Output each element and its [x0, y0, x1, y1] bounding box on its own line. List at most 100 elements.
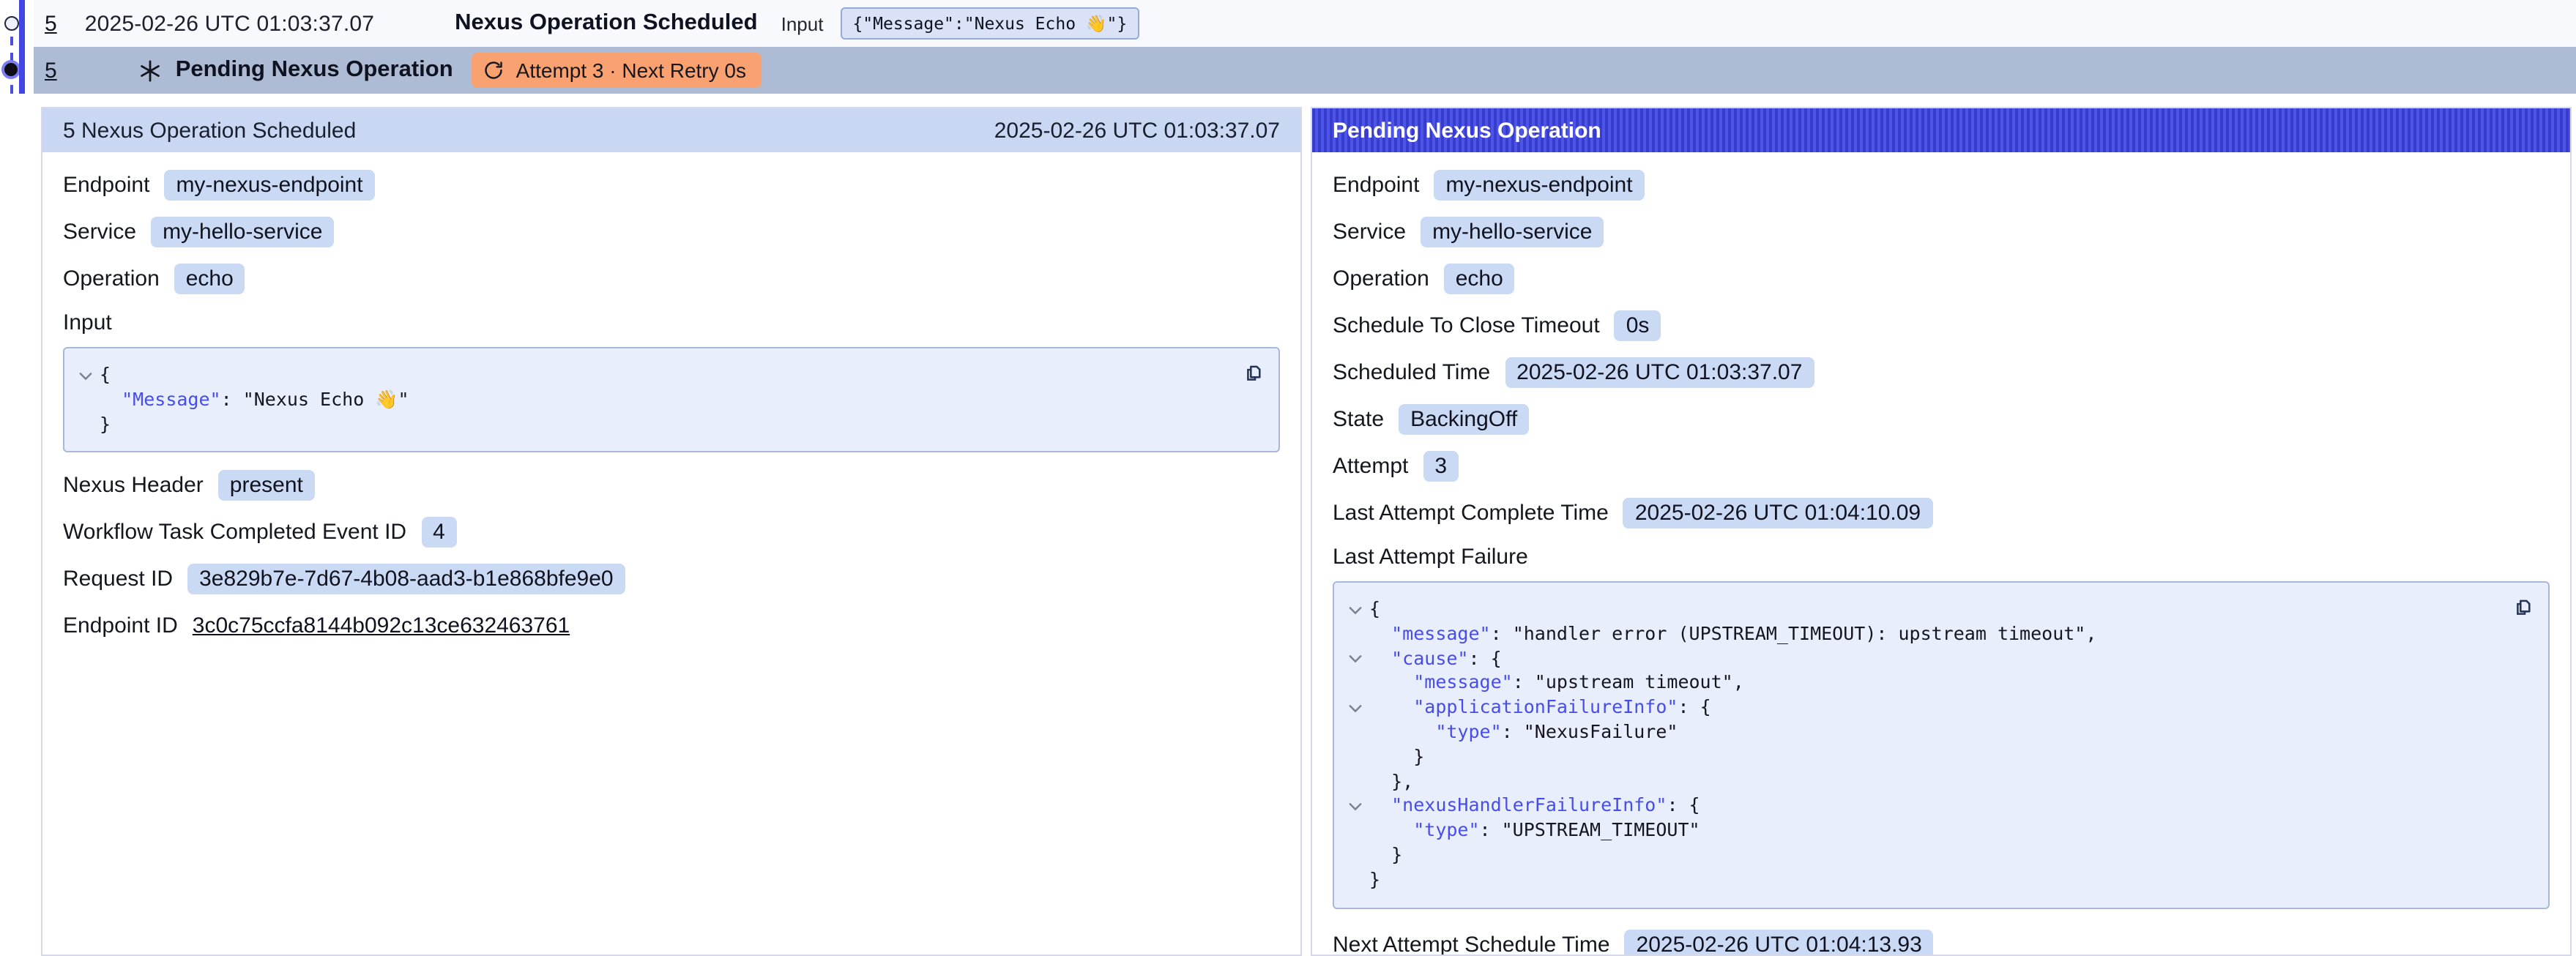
- scheduled-panel-header: 5 Nexus Operation Scheduled 2025-02-26 U…: [42, 108, 1300, 152]
- detail-field: Endpoint ID 3c0c75ccfa8144b092c13ce63246…: [63, 611, 1280, 642]
- code-line-text: "message": "handler error (UPSTREAM_TIME…: [1369, 622, 2096, 647]
- code-line-text: "applicationFailureInfo": {: [1369, 695, 1711, 720]
- active-event-indicator-bar: [19, 0, 24, 94]
- failure-json-code: { "message": "handler error (UPSTREAM_TI…: [1340, 597, 2534, 892]
- field-value: present: [218, 471, 315, 501]
- code-line-text: "Message": "Nexus Echo 👋": [100, 388, 409, 413]
- timeline-current-dot-icon: [4, 63, 18, 76]
- input-json-code: { "Message": "Nexus Echo 👋"}: [70, 363, 1264, 437]
- code-line-text: }: [1369, 745, 1424, 770]
- scheduled-fields: Endpoint my-nexus-endpoint Service my-he…: [63, 170, 1280, 294]
- field-label: Operation: [1333, 266, 1429, 291]
- collapse-chevron-icon[interactable]: [1340, 646, 1369, 671]
- code-gutter: [70, 412, 100, 437]
- event-row-pending[interactable]: 5 Pending Nexus Operation Attempt 3 · Ne…: [33, 47, 2576, 94]
- field-label: Attempt: [1333, 454, 1408, 479]
- pending-event-title: Pending Nexus Operation: [176, 57, 453, 83]
- scheduled-panel-title: 5 Nexus Operation Scheduled: [63, 118, 356, 143]
- code-gutter: [1340, 671, 1369, 696]
- collapse-chevron-icon[interactable]: [1340, 695, 1369, 720]
- field-value: 2025-02-26 UTC 01:04:13.93: [1625, 929, 1934, 956]
- field-label: Service: [1333, 220, 1406, 244]
- retry-icon: [484, 60, 505, 81]
- code-line-text: "cause": {: [1369, 646, 1502, 671]
- field-label: Nexus Header: [63, 474, 204, 498]
- field-value: 2025-02-26 UTC 01:04:10.09: [1623, 498, 1932, 529]
- detail-panels: 5 Nexus Operation Scheduled 2025-02-26 U…: [41, 107, 2572, 956]
- timeline-rail: [0, 0, 32, 97]
- code-line-text: }: [1369, 843, 1402, 868]
- field-label: Endpoint ID: [63, 614, 178, 639]
- failure-json-block: { "message": "handler error (UPSTREAM_TI…: [1333, 581, 2550, 908]
- scheduled-panel-timestamp: 2025-02-26 UTC 01:03:37.07: [994, 118, 1280, 143]
- scheduled-fields-meta: Nexus Header present Workflow Task Compl…: [63, 471, 1280, 642]
- field-value: my-nexus-endpoint: [164, 170, 374, 201]
- detail-field: Operation echo: [63, 264, 1280, 294]
- copy-icon[interactable]: [2512, 596, 2534, 618]
- input-section-label: Input: [63, 310, 1280, 335]
- field-value: my-hello-service: [151, 217, 334, 247]
- detail-field: State BackingOff: [1333, 404, 2550, 435]
- pending-operation-panel: Pending Nexus Operation Endpoint my-nexu…: [1311, 107, 2572, 956]
- code-line-text: "message": "upstream timeout",: [1369, 671, 1744, 696]
- field-value: 2025-02-26 UTC 01:03:37.07: [1505, 357, 1814, 388]
- detail-field: Attempt 3: [1333, 451, 2550, 482]
- scheduled-event-panel: 5 Nexus Operation Scheduled 2025-02-26 U…: [41, 107, 1302, 956]
- code-gutter: [1340, 868, 1369, 893]
- field-label: Endpoint: [1333, 173, 1419, 198]
- code-line-text: {: [100, 363, 111, 388]
- code-gutter: [1340, 843, 1369, 868]
- code-gutter: [1340, 745, 1369, 770]
- field-label: Operation: [63, 266, 160, 291]
- endpoint-id-link[interactable]: 3c0c75ccfa8144b092c13ce632463761: [193, 614, 570, 639]
- field-value: echo: [1444, 264, 1515, 294]
- code-gutter: [70, 388, 100, 413]
- collapse-chevron-icon[interactable]: [1340, 597, 1369, 622]
- timeline-dashed-connector: [10, 20, 12, 94]
- event-history-view: 5 2025-02-26 UTC 01:03:37.07 Nexus Opera…: [0, 0, 2576, 956]
- pending-panel-body: Endpoint my-nexus-endpoint Service my-he…: [1312, 152, 2570, 956]
- field-label: Schedule To Close Timeout: [1333, 313, 1600, 338]
- event-id-link[interactable]: 5: [45, 11, 57, 36]
- field-value: 3e829b7e-7d67-4b08-aad3-b1e868bfe9e0: [187, 564, 625, 595]
- field-value: 0s: [1615, 310, 1661, 341]
- collapse-chevron-icon[interactable]: [70, 363, 100, 388]
- code-line-text: },: [1369, 769, 1413, 794]
- detail-field: Endpoint my-nexus-endpoint: [63, 170, 1280, 201]
- code-line-text: }: [100, 412, 111, 437]
- field-label: Service: [63, 220, 136, 244]
- detail-field: Nexus Header present: [63, 471, 1280, 501]
- code-line-text: {: [1369, 597, 1380, 622]
- detail-field: Request ID 3e829b7e-7d67-4b08-aad3-b1e86…: [63, 564, 1280, 595]
- retry-attempt-badge: Attempt 3 · Next Retry 0s: [472, 53, 761, 88]
- code-gutter: [1340, 769, 1369, 794]
- event-id-link[interactable]: 5: [45, 58, 57, 83]
- retry-badge-text: Attempt 3 · Next Retry 0s: [516, 59, 746, 82]
- scheduled-panel-body: Endpoint my-nexus-endpoint Service my-he…: [42, 152, 1300, 673]
- input-json-block: { "Message": "Nexus Echo 👋"}: [63, 347, 1280, 453]
- field-value: BackingOff: [1399, 404, 1529, 435]
- code-gutter: [1340, 622, 1369, 647]
- failure-section-label: Last Attempt Failure: [1333, 545, 2550, 570]
- field-label: Last Attempt Complete Time: [1333, 501, 1609, 526]
- detail-field: Next Attempt Schedule Time 2025-02-26 UT…: [1333, 929, 2550, 956]
- code-line-text: }: [1369, 868, 1380, 893]
- detail-field: Workflow Task Completed Event ID 4: [63, 518, 1280, 548]
- detail-field: Last Attempt Complete Time 2025-02-26 UT…: [1333, 498, 2550, 529]
- pending-panel-title: Pending Nexus Operation: [1333, 118, 1601, 143]
- field-value: my-hello-service: [1421, 217, 1604, 247]
- event-timestamp: 2025-02-26 UTC 01:03:37.07: [85, 11, 374, 36]
- event-row-scheduled[interactable]: 5 2025-02-26 UTC 01:03:37.07 Nexus Opera…: [33, 0, 2576, 47]
- collapse-chevron-icon[interactable]: [1340, 794, 1369, 819]
- detail-field: Service my-hello-service: [1333, 217, 2550, 247]
- input-value-chip: {"Message":"Nexus Echo 👋"}: [841, 7, 1139, 40]
- code-gutter: [1340, 720, 1369, 745]
- field-label: State: [1333, 407, 1384, 432]
- event-rows: 5 2025-02-26 UTC 01:03:37.07 Nexus Opera…: [33, 0, 2576, 94]
- detail-field: Operation echo: [1333, 264, 2550, 294]
- field-value: 4: [421, 518, 457, 548]
- detail-field: Service my-hello-service: [63, 217, 1280, 247]
- code-line-text: "type": "UPSTREAM_TIMEOUT": [1369, 818, 1700, 843]
- field-value: 3: [1423, 451, 1459, 482]
- copy-icon[interactable]: [1242, 362, 1264, 384]
